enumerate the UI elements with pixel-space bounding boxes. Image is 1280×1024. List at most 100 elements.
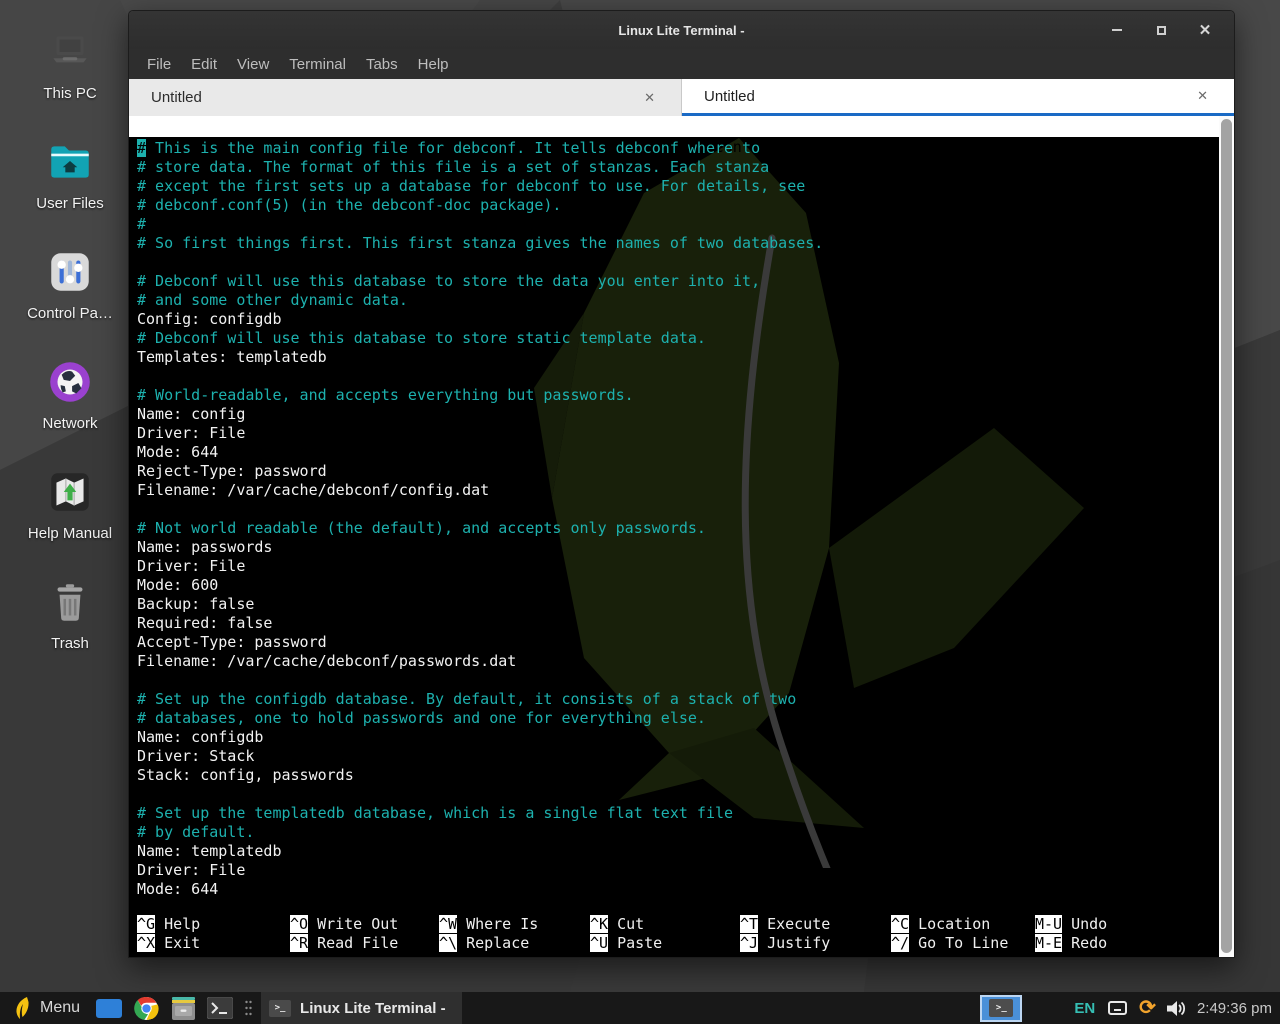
chrome-icon (134, 996, 159, 1021)
desktop-icon-network[interactable]: Network (18, 356, 122, 432)
launcher-terminal[interactable] (206, 994, 234, 1022)
desktop-icon-help-manual[interactable]: Help Manual (18, 466, 122, 542)
menu-item-file[interactable]: File (137, 56, 181, 73)
updates-icon[interactable]: ⟳ (1139, 998, 1156, 1018)
terminal-icon: >_ (269, 1000, 291, 1017)
shortcut-label: Exit (164, 934, 200, 952)
editor-line: Filename: /var/cache/debconf/passwords.d… (137, 652, 1212, 671)
menu-button-label: Menu (40, 999, 80, 1017)
nano-shortcut-column: ^OWrite Out^RRead File (290, 915, 398, 953)
editor-line: # World-readable, and accepts everything… (137, 386, 1212, 405)
desktop-icon-control-panel[interactable]: Control Pa… (18, 246, 122, 322)
nano-shortcut: ^OWrite Out (290, 915, 398, 934)
close-button[interactable]: ✕ (1194, 19, 1216, 41)
start-menu-button[interactable]: Menu (8, 992, 86, 1024)
tab-untitled-2[interactable]: Untitled ✕ (682, 79, 1234, 116)
desktop-icon-label: Help Manual (18, 525, 122, 542)
keyboard-icon[interactable] (1108, 1001, 1127, 1015)
tab-untitled-1[interactable]: Untitled ✕ (129, 79, 682, 116)
desktop-icon-user-files[interactable]: User Files (18, 136, 122, 212)
shortcut-label: Cut (617, 915, 644, 933)
shortcut-label: Paste (617, 934, 662, 952)
window-titlebar[interactable]: Linux Lite Terminal - ✕ (129, 11, 1234, 49)
menu-item-edit[interactable]: Edit (181, 56, 227, 73)
menu-item-view[interactable]: View (227, 56, 279, 73)
launcher-show-desktop[interactable] (95, 994, 123, 1022)
nano-shortcut: ^JJustify (740, 934, 830, 953)
editor-line: Stack: config, passwords (137, 766, 1212, 785)
scrollbar-thumb[interactable] (1221, 119, 1232, 953)
editor-line (137, 367, 1212, 386)
menu-bar: FileEditViewTerminalTabsHelp (129, 49, 1234, 79)
shortcut-label: Undo (1071, 915, 1107, 933)
menu-item-terminal[interactable]: Terminal (279, 56, 356, 73)
editor-line: # except the first sets up a database fo… (137, 177, 1212, 196)
maximize-button[interactable] (1150, 19, 1172, 41)
menu-item-tabs[interactable]: Tabs (356, 56, 408, 73)
linux-lite-feather-icon (14, 996, 31, 1020)
taskbar-window-label: Linux Lite Terminal - (300, 1000, 446, 1017)
shortcut-label: Replace (466, 934, 529, 952)
editor-line: Filename: /var/cache/debconf/config.dat (137, 481, 1212, 500)
editor-line: # databases, one to hold passwords and o… (137, 709, 1212, 728)
shortcut-key: ^W (439, 915, 457, 933)
shortcut-label: Location (918, 915, 990, 933)
scrollbar-track[interactable] (1219, 116, 1234, 957)
taskbar: Menu (0, 992, 1280, 1024)
panel-grip-handle[interactable] (244, 998, 253, 1018)
nano-shortcut: ^WWhere Is (439, 915, 538, 934)
nano-shortcut: ^RRead File (290, 934, 398, 953)
launcher-chrome[interactable] (132, 994, 160, 1022)
shortcut-key: ^K (590, 915, 608, 933)
keyboard-layout-indicator[interactable]: EN (1074, 1000, 1095, 1017)
volume-icon[interactable] (1167, 1000, 1186, 1017)
editor-line: # and some other dynamic data. (137, 291, 1212, 310)
tab-label: Untitled (151, 89, 202, 106)
nano-shortcut-column: ^KCut^UPaste (590, 915, 662, 953)
nano-shortcut: ^K Cut (590, 915, 662, 934)
editor-line: Name: passwords (137, 538, 1212, 557)
nano-shortcut: M-ERedo (1035, 934, 1107, 953)
nano-shortcut-column: ^C Location^/Go To Line (891, 915, 1008, 953)
desktop-icon-label: User Files (18, 195, 122, 212)
shortcut-key: ^/ (891, 934, 909, 952)
computer-icon (44, 26, 96, 78)
shortcut-label: Redo (1071, 934, 1107, 952)
tab-close-icon[interactable]: ✕ (1193, 86, 1212, 106)
help-manual-icon (44, 466, 96, 518)
shortcut-key: M-U (1035, 915, 1062, 933)
editor-line: # (137, 215, 1212, 234)
shortcut-key: ^C (891, 915, 909, 933)
nano-shortcut: ^X Exit (137, 934, 200, 953)
editor-line (137, 500, 1212, 519)
minimize-button[interactable] (1106, 19, 1128, 41)
editor-line: Accept-Type: password (137, 633, 1212, 652)
taskbar-window-button[interactable]: >_ Linux Lite Terminal - (261, 992, 462, 1024)
settings-sliders-icon (44, 246, 96, 298)
tab-close-icon[interactable]: ✕ (640, 88, 659, 108)
desktop-icon-trash[interactable]: Trash (18, 576, 122, 652)
trash-icon (44, 576, 96, 628)
shortcut-key: ^O (290, 915, 308, 933)
desktop-icon-label: Network (18, 415, 122, 432)
terminal-editor-area[interactable]: /etc/debconf.conf GNU nano 7.2 # This is… (129, 116, 1234, 957)
terminal-icon (207, 997, 233, 1019)
file-cabinet-icon (171, 997, 196, 1020)
clock[interactable]: 2:49:36 pm (1197, 1000, 1272, 1017)
network-globe-icon (44, 356, 96, 408)
nano-shortcut: ^/Go To Line (891, 934, 1008, 953)
desktop-icon-this-pc[interactable]: This PC (18, 26, 122, 102)
shortcut-key: ^X (137, 934, 155, 952)
shortcut-label: Justify (767, 934, 830, 952)
shortcut-key: ^R (290, 934, 308, 952)
editor-line (137, 671, 1212, 690)
menu-item-help[interactable]: Help (408, 56, 459, 73)
editor-line: Mode: 644 (137, 880, 1212, 899)
editor-line: Config: configdb (137, 310, 1212, 329)
launcher-file-manager[interactable] (169, 994, 197, 1022)
editor-line: Driver: File (137, 424, 1212, 443)
terminal-window: Linux Lite Terminal - ✕ FileEditViewTerm… (128, 10, 1235, 958)
editor-line: Driver: File (137, 557, 1212, 576)
editor-line: Name: templatedb (137, 842, 1212, 861)
tray-terminal-button[interactable]: >_ (980, 995, 1022, 1022)
